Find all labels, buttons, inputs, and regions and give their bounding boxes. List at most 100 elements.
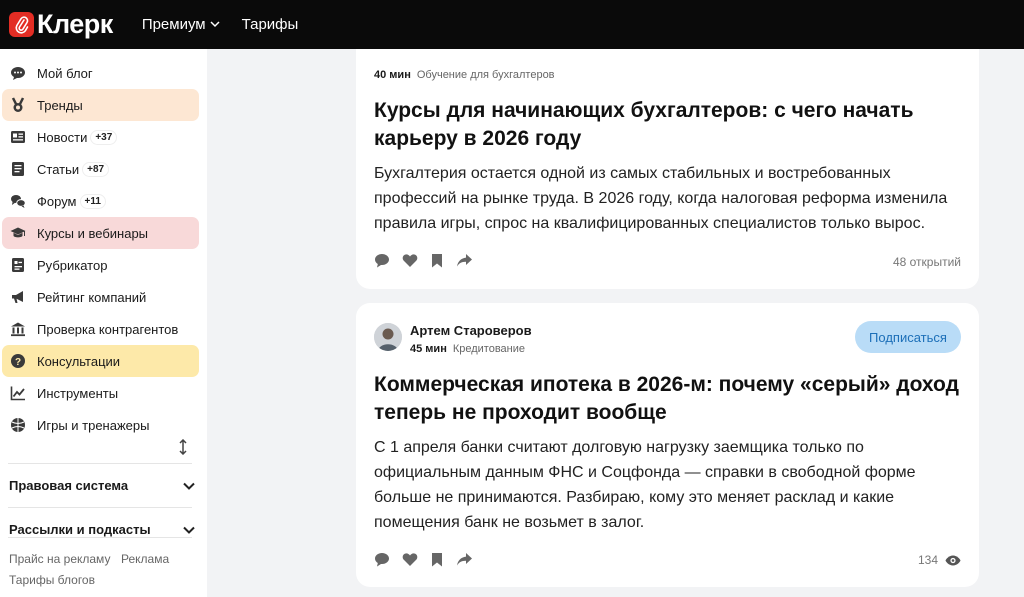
post-card: 40 мин Обучение для бухгалтеров Курсы для… bbox=[356, 49, 979, 289]
views-count-text: 134 bbox=[917, 553, 938, 567]
post-excerpt-line: официальным данным ФНС и Соцфонда — спра… bbox=[374, 464, 916, 481]
footer-link-ad-price[interactable]: Прайс на рекламу bbox=[9, 552, 110, 566]
section-label: Правовая система bbox=[9, 478, 129, 493]
post-title[interactable]: Коммерческая ипотека в 2026-м: почему «с… bbox=[374, 371, 964, 427]
post-excerpt-line: больше не принимаются. Разбираю, кому эт… bbox=[374, 489, 895, 506]
sidebar-item-label: Рубрикатор bbox=[37, 257, 108, 273]
post-actions bbox=[374, 552, 485, 567]
sidebar-item-forum[interactable]: Форум +11 bbox=[2, 185, 199, 217]
post-category[interactable]: Обучение для бухгалтеров bbox=[417, 69, 555, 81]
divider bbox=[8, 463, 192, 464]
sidebar: Мой блог Тренды Новости +37 Статьи +87 Ф… bbox=[0, 49, 207, 597]
heart-icon[interactable] bbox=[402, 552, 418, 567]
sidebar-item-label: Проверка контрагентов bbox=[37, 321, 179, 337]
sidebar-item-label: Консультации bbox=[37, 353, 121, 369]
section-legal-system[interactable]: Правовая система bbox=[9, 478, 195, 493]
read-time: 40 мин bbox=[374, 69, 411, 81]
sidebar-item-label: Статьи bbox=[37, 161, 80, 177]
chat-icon bbox=[10, 65, 26, 81]
bookmark-icon[interactable] bbox=[430, 253, 444, 268]
post-title[interactable]: Курсы для начинающих бухгалтеров: с чего… bbox=[374, 97, 934, 153]
chevron-down-icon bbox=[183, 482, 195, 490]
graduation-cap-icon bbox=[10, 225, 26, 241]
sidebar-item-label: Мой блог bbox=[37, 65, 93, 81]
footer-link-advertising[interactable]: Реклама bbox=[121, 552, 169, 566]
footer-link-blog-tariffs[interactable]: Тарифы блогов bbox=[9, 573, 95, 587]
sidebar-item-trends[interactable]: Тренды bbox=[2, 89, 199, 121]
post-excerpt-line: профессий на рынке труда. В 2026 году, к… bbox=[374, 190, 948, 207]
count-badge: +11 bbox=[80, 194, 105, 208]
chevron-down-icon bbox=[210, 21, 220, 28]
top-header: Клерк Премиум Тарифы bbox=[0, 0, 1024, 49]
paperclip-icon bbox=[9, 12, 34, 37]
post-meta: 40 мин Обучение для бухгалтеров bbox=[374, 69, 555, 81]
post-meta: 45 мин Кредитование bbox=[410, 343, 525, 355]
nav-tariffs[interactable]: Тарифы bbox=[242, 16, 299, 33]
sidebar-item-label: Инструменты bbox=[37, 385, 119, 401]
sidebar-item-label: Форум bbox=[37, 193, 77, 209]
count-badge: +87 bbox=[83, 162, 109, 176]
share-icon[interactable] bbox=[456, 552, 473, 567]
megaphone-icon bbox=[10, 289, 26, 305]
post-title-line: Коммерческая ипотека в 2026-м: почему «с… bbox=[374, 373, 959, 396]
avatar[interactable] bbox=[374, 323, 402, 351]
question-icon: ? bbox=[10, 353, 26, 369]
divider bbox=[8, 507, 192, 508]
resize-icon[interactable] bbox=[178, 438, 188, 460]
comment-icon[interactable] bbox=[374, 253, 390, 268]
sidebar-item-articles[interactable]: Статьи +87 bbox=[2, 153, 199, 185]
sidebar-item-news[interactable]: Новости +37 bbox=[2, 121, 199, 153]
sidebar-item-games[interactable]: Игры и тренажеры bbox=[2, 409, 199, 441]
sidebar-item-consultations[interactable]: ? Консультации bbox=[2, 345, 199, 377]
post-category[interactable]: Кредитование bbox=[453, 343, 525, 355]
post-title-line: Курсы для начинающих бухгалтеров: с чего… bbox=[374, 99, 914, 122]
sidebar-item-tools[interactable]: Инструменты bbox=[2, 377, 199, 409]
heart-icon[interactable] bbox=[402, 253, 418, 268]
opens-count-text: 48 открытий bbox=[892, 255, 961, 269]
post-title-line: карьеру в 2026 году bbox=[374, 127, 582, 150]
sidebar-item-rubricator[interactable]: Рубрикатор bbox=[2, 249, 199, 281]
nav-tariffs-label: Тарифы bbox=[241, 16, 299, 33]
subscribe-button[interactable]: Подписаться bbox=[855, 321, 961, 353]
article-icon bbox=[10, 161, 26, 177]
author-name[interactable]: Артем Староверов bbox=[410, 323, 532, 338]
sidebar-item-label: Тренды bbox=[37, 97, 83, 113]
divider bbox=[8, 537, 192, 538]
sidebar-item-label: Новости bbox=[37, 129, 88, 145]
post-card: Артем Староверов 45 мин Кредитование Подп… bbox=[356, 303, 979, 587]
chevron-down-icon bbox=[183, 526, 195, 534]
post-title-line: теперь не проходит вообще bbox=[374, 401, 667, 424]
logo[interactable]: Клерк bbox=[9, 9, 113, 40]
views-count: 134 bbox=[918, 553, 961, 567]
post-excerpt-line: помещения банк не возьмет в залог. bbox=[374, 514, 645, 531]
medal-icon bbox=[10, 97, 26, 113]
sidebar-item-my-blog[interactable]: Мой блог bbox=[2, 57, 199, 89]
post-actions bbox=[374, 253, 485, 268]
post-excerpt: С 1 апреля банки считают долговую нагруз… bbox=[374, 435, 964, 535]
read-time: 45 мин bbox=[410, 343, 447, 355]
sidebar-item-label: Курсы и вебинары bbox=[37, 225, 149, 241]
forum-icon bbox=[10, 193, 26, 209]
opens-count: 48 открытий bbox=[893, 255, 961, 269]
sidebar-item-courses[interactable]: Курсы и вебинары bbox=[2, 217, 199, 249]
nav-premium[interactable]: Премиум bbox=[142, 16, 220, 33]
post-excerpt-line: Бухгалтерия остается одной из самых стаб… bbox=[374, 165, 891, 182]
section-newsletters[interactable]: Рассылки и подкасты bbox=[9, 522, 195, 537]
nav-premium-label: Премиум bbox=[141, 16, 206, 33]
logo-text: Клерк bbox=[37, 9, 113, 39]
bookmark-icon[interactable] bbox=[430, 552, 444, 567]
sidebar-item-label: Рейтинг компаний bbox=[37, 289, 147, 305]
svg-text:?: ? bbox=[15, 357, 21, 368]
bank-icon bbox=[10, 321, 26, 337]
rubricator-icon bbox=[10, 257, 26, 273]
share-icon[interactable] bbox=[456, 253, 473, 268]
post-excerpt-line: С 1 апреля банки считают долговую нагруз… bbox=[374, 439, 864, 456]
sidebar-item-counterparty-check[interactable]: Проверка контрагентов bbox=[2, 313, 199, 345]
comment-icon[interactable] bbox=[374, 552, 390, 567]
sidebar-item-rating[interactable]: Рейтинг компаний bbox=[2, 281, 199, 313]
chart-line-icon bbox=[10, 385, 26, 401]
eye-icon bbox=[945, 555, 961, 565]
ball-icon bbox=[10, 417, 26, 433]
post-excerpt-line: правила игры, спрос на квалифицированных… bbox=[374, 215, 926, 232]
main-nav: Премиум Тарифы bbox=[142, 16, 321, 33]
